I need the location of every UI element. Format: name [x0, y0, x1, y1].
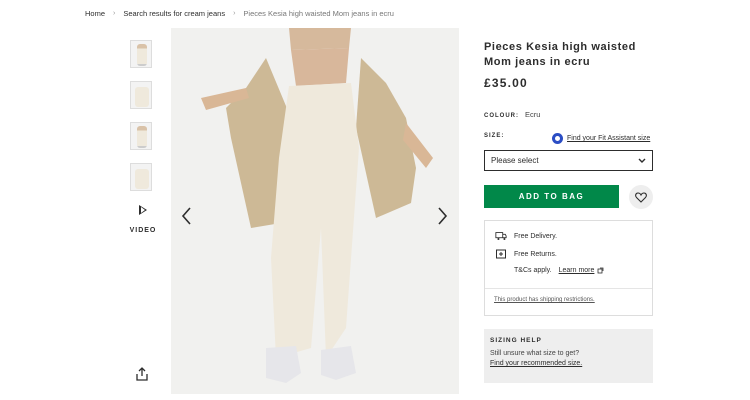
colour-value: Ecru [524, 110, 541, 119]
fit-assistant-icon [552, 133, 563, 144]
next-image-arrow[interactable] [434, 206, 450, 226]
thumbnail-3[interactable] [130, 122, 152, 150]
breadcrumb-home[interactable]: Home [85, 9, 105, 18]
tcs-text: T&Cs apply. [514, 267, 552, 274]
thumbnail-1[interactable] [130, 40, 152, 68]
video-label: VIDEO [129, 227, 157, 234]
sizing-help-heading: SIZING HELP [490, 337, 542, 344]
divider [485, 288, 652, 289]
breadcrumb-separator: › [233, 10, 236, 17]
recommended-size-link[interactable]: Find your recommended size. [490, 360, 647, 367]
fit-assistant-text: Find your Fit Assistant size [567, 135, 651, 142]
external-link-icon [598, 267, 604, 274]
free-delivery-text: Free Delivery. [514, 232, 558, 240]
free-returns-row: Free Returns. [495, 249, 557, 259]
previous-image-arrow[interactable] [179, 206, 195, 226]
wishlist-button[interactable] [629, 185, 653, 209]
delivery-box: Free Delivery. Free Returns. T&Cs apply.… [484, 220, 653, 316]
truck-icon [495, 232, 507, 241]
product-info: Pieces Kesia high waisted Mom jeans in e… [484, 40, 654, 383]
thumbnail-list [130, 40, 154, 204]
colour-label: COLOUR: [484, 113, 519, 119]
heart-icon [635, 191, 647, 203]
tcs-row: T&Cs apply. Learn more [514, 267, 604, 274]
learn-more-link[interactable]: Learn more [559, 267, 595, 274]
sizing-help-text: Still unsure what size to get? [490, 350, 580, 357]
returns-icon [496, 249, 506, 259]
thumbnail-2[interactable] [130, 81, 152, 109]
play-icon [139, 205, 147, 215]
free-returns-text: Free Returns. [514, 250, 557, 258]
free-delivery-row: Free Delivery. [495, 231, 557, 241]
colour-row: COLOUR: Ecru [484, 110, 540, 119]
chevron-down-icon [638, 158, 646, 163]
size-select[interactable]: Please select [484, 150, 653, 171]
product-main-image [171, 28, 459, 394]
fit-assistant-link[interactable]: Find your Fit Assistant size [552, 133, 650, 144]
video-button[interactable]: VIDEO [129, 205, 157, 237]
breadcrumb-separator: › [113, 10, 116, 17]
product-price: £35.00 [484, 76, 528, 90]
breadcrumb-current: Pieces Kesia high waisted Mom jeans in e… [243, 9, 394, 18]
add-to-bag-button[interactable]: ADD TO BAG [484, 185, 619, 208]
share-icon[interactable] [135, 367, 149, 381]
size-select-value: Please select [491, 156, 539, 165]
shipping-restrictions-link[interactable]: This product has shipping restrictions. [494, 297, 595, 303]
thumbnail-4[interactable] [130, 163, 152, 191]
sizing-help-box: SIZING HELP Still unsure what size to ge… [484, 329, 653, 383]
breadcrumb-search[interactable]: Search results for cream jeans [123, 9, 225, 18]
product-title: Pieces Kesia high waisted Mom jeans in e… [484, 41, 636, 68]
breadcrumb: Home › Search results for cream jeans › … [85, 9, 394, 18]
